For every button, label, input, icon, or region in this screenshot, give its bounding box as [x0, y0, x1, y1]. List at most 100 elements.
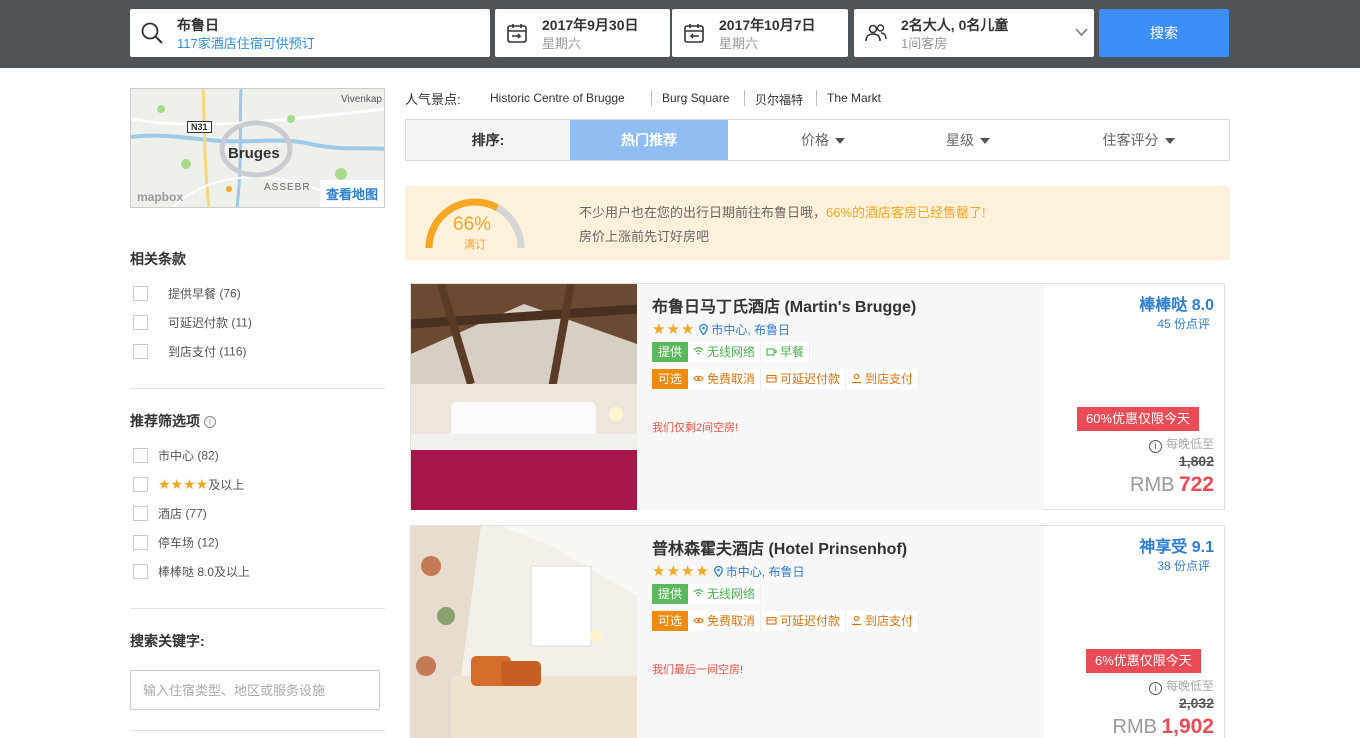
- rooms-value: 1间客房: [901, 36, 948, 51]
- hotel-info: 布鲁日马丁氏酒店 (Martin's Brugge) ★★★ 市中心, 布鲁日 提…: [637, 284, 1044, 510]
- hand-pay-icon: [852, 615, 862, 626]
- hotel-location[interactable]: 市中心, 布鲁日: [711, 323, 790, 337]
- deal-badge: 60%优惠仅限今天: [1077, 407, 1200, 431]
- provide-tag: 提供: [652, 342, 689, 362]
- filter-hotel[interactable]: 酒店 (77): [133, 505, 207, 521]
- guests-icon: [865, 24, 887, 42]
- rooms-left-notice: 我们仅剩2间空房!: [652, 422, 739, 434]
- hand-pay-icon: [852, 373, 862, 384]
- option-tag: 可选: [652, 611, 689, 631]
- current-price[interactable]: RMB 722: [1130, 473, 1214, 497]
- filter-checkbox[interactable]: [133, 286, 148, 301]
- filter-checkbox[interactable]: [133, 477, 148, 492]
- filter-checkbox[interactable]: [133, 448, 148, 463]
- per-night-label: i 每晚低至: [1148, 435, 1214, 453]
- hotel-name[interactable]: 普林森霍夫酒店 (Hotel Prinsenhof): [652, 535, 907, 559]
- hotel-location[interactable]: 市中心, 布鲁日: [726, 565, 805, 579]
- original-price: 2,032: [1178, 695, 1214, 711]
- attraction-link-the-markt[interactable]: The Markt: [827, 91, 881, 105]
- filter-checkbox[interactable]: [133, 506, 148, 521]
- sort-rating-tab[interactable]: 住客评分: [1046, 120, 1231, 160]
- map-place-bottom-label: ASSEBR: [264, 182, 311, 193]
- attraction-link-historic-centre[interactable]: Historic Centre of Brugge: [490, 91, 625, 105]
- calendar-checkout-icon: [684, 24, 704, 43]
- star-rating-icon: ★★★★: [652, 563, 710, 580]
- wifi-icon: [693, 589, 704, 597]
- sidebar-divider: [130, 608, 385, 609]
- sort-bar: 排序: 热门推荐 价格 星级 住客评分: [405, 119, 1230, 161]
- attraction-link-burg-square[interactable]: Burg Square: [662, 91, 729, 105]
- filter-pay-later[interactable]: 可延迟付款 (11): [133, 314, 252, 330]
- sort-label: 排序:: [406, 120, 570, 160]
- filter-pay-at-hotel[interactable]: 到店支付 (116): [133, 343, 246, 359]
- checkin-field[interactable]: 2017年9月30日 星期六: [495, 9, 670, 57]
- search-icon: [141, 22, 163, 44]
- search-button[interactable]: 搜索: [1099, 9, 1229, 57]
- hotel-card[interactable]: 布鲁日马丁氏酒店 (Martin's Brugge) ★★★ 市中心, 布鲁日 提…: [410, 283, 1225, 510]
- info-icon[interactable]: i: [203, 416, 216, 428]
- filter-city-centre[interactable]: 市中心 (82): [133, 447, 219, 463]
- filter-four-stars[interactable]: ★★★★及以上: [133, 476, 244, 492]
- hotel-name[interactable]: 布鲁日马丁氏酒店 (Martin's Brugge): [652, 293, 916, 317]
- checkout-field[interactable]: 2017年10月7日 星期六: [672, 9, 848, 57]
- filter-breakfast[interactable]: 提供早餐 (76): [133, 285, 241, 301]
- eye-icon: [693, 375, 704, 382]
- chevron-down-icon: [1075, 28, 1088, 37]
- map-place-top-label: Vivenkap: [341, 94, 382, 105]
- sidebar-divider: [130, 730, 385, 731]
- option-pay-later: 可延迟付款: [761, 611, 847, 631]
- option-free-cancel: 免费取消: [688, 611, 762, 631]
- rooms-left-notice: 我们最后一间空房!: [652, 664, 744, 676]
- deal-badge: 6%优惠仅限今天: [1086, 649, 1201, 673]
- related-filters-title: 相关条款: [130, 251, 186, 267]
- map-preview[interactable]: N31 Bruges Vivenkap ASSEBR mapbox 查看地图: [130, 88, 385, 208]
- guests-value: 2名大人, 0名儿童: [901, 17, 1009, 33]
- hotel-photo[interactable]: [411, 284, 637, 510]
- option-pay-later: 可延迟付款: [761, 369, 847, 389]
- amenities-row: 提供 无线网络 早餐: [652, 342, 811, 362]
- checkout-weekday: 星期六: [719, 36, 759, 51]
- card-icon: [766, 374, 777, 383]
- info-icon[interactable]: i: [1148, 682, 1162, 695]
- filter-checkbox[interactable]: [133, 564, 148, 579]
- hotel-score: 棒棒哒 8.0: [1139, 297, 1214, 314]
- option-pay-at-hotel: 到店支付: [846, 611, 920, 631]
- current-price[interactable]: RMB 1,902: [1113, 715, 1214, 738]
- hotel-reviews-link[interactable]: 45 份点评: [1157, 315, 1210, 332]
- hotel-reviews-link[interactable]: 38 份点评: [1157, 557, 1210, 574]
- destination-sub: 117家酒店住宿可供预订: [177, 36, 315, 51]
- checkout-date: 2017年10月7日: [719, 17, 816, 33]
- sort-popular-tab[interactable]: 热门推荐: [570, 120, 728, 160]
- search-header: 布鲁日 117家酒店住宿可供预订 2017年9月30日 星期六 2017年10月…: [0, 0, 1360, 68]
- keyword-input[interactable]: [130, 670, 380, 710]
- destination-field[interactable]: 布鲁日 117家酒店住宿可供预订: [130, 9, 490, 57]
- options-row: 可选 免费取消 可延迟付款 到店支付: [652, 369, 920, 389]
- hotel-photo[interactable]: [411, 526, 637, 738]
- eye-icon: [693, 617, 704, 624]
- filter-checkbox[interactable]: [133, 315, 148, 330]
- amenity-breakfast: 早餐: [761, 342, 811, 362]
- amenity-wifi: 无线网络: [688, 584, 762, 604]
- hotel-card[interactable]: 普林森霍夫酒店 (Hotel Prinsenhof) ★★★★ 市中心, 布鲁日 …: [410, 525, 1225, 738]
- map-city-label: Bruges: [228, 145, 280, 162]
- calendar-checkin-icon: [507, 24, 527, 43]
- filter-checkbox[interactable]: [133, 344, 148, 359]
- option-pay-at-hotel: 到店支付: [846, 369, 920, 389]
- info-icon[interactable]: i: [1148, 440, 1162, 453]
- location-pin-icon: [699, 323, 709, 335]
- attraction-link-belfort[interactable]: 贝尔福特: [755, 91, 803, 108]
- mapbox-logo: mapbox: [137, 190, 184, 204]
- sort-stars-tab[interactable]: 星级: [873, 120, 1063, 160]
- filter-checkbox[interactable]: [133, 535, 148, 550]
- hotel-info: 普林森霍夫酒店 (Hotel Prinsenhof) ★★★★ 市中心, 布鲁日 …: [637, 526, 1044, 738]
- hotel-score: 神享受 9.1: [1139, 539, 1214, 556]
- attraction-separator: [816, 90, 817, 106]
- guests-field[interactable]: 2名大人, 0名儿童 1间客房: [854, 9, 1094, 57]
- filter-rating-8[interactable]: 棒棒哒 8.0及以上: [133, 563, 250, 579]
- view-map-link[interactable]: 查看地图: [319, 180, 384, 207]
- original-price: 1,802: [1178, 453, 1214, 469]
- gauge-caption: 满订: [464, 239, 486, 251]
- sidebar-divider: [130, 388, 385, 389]
- filter-parking[interactable]: 停车场 (12): [133, 534, 219, 550]
- location-pin-icon: [713, 565, 723, 577]
